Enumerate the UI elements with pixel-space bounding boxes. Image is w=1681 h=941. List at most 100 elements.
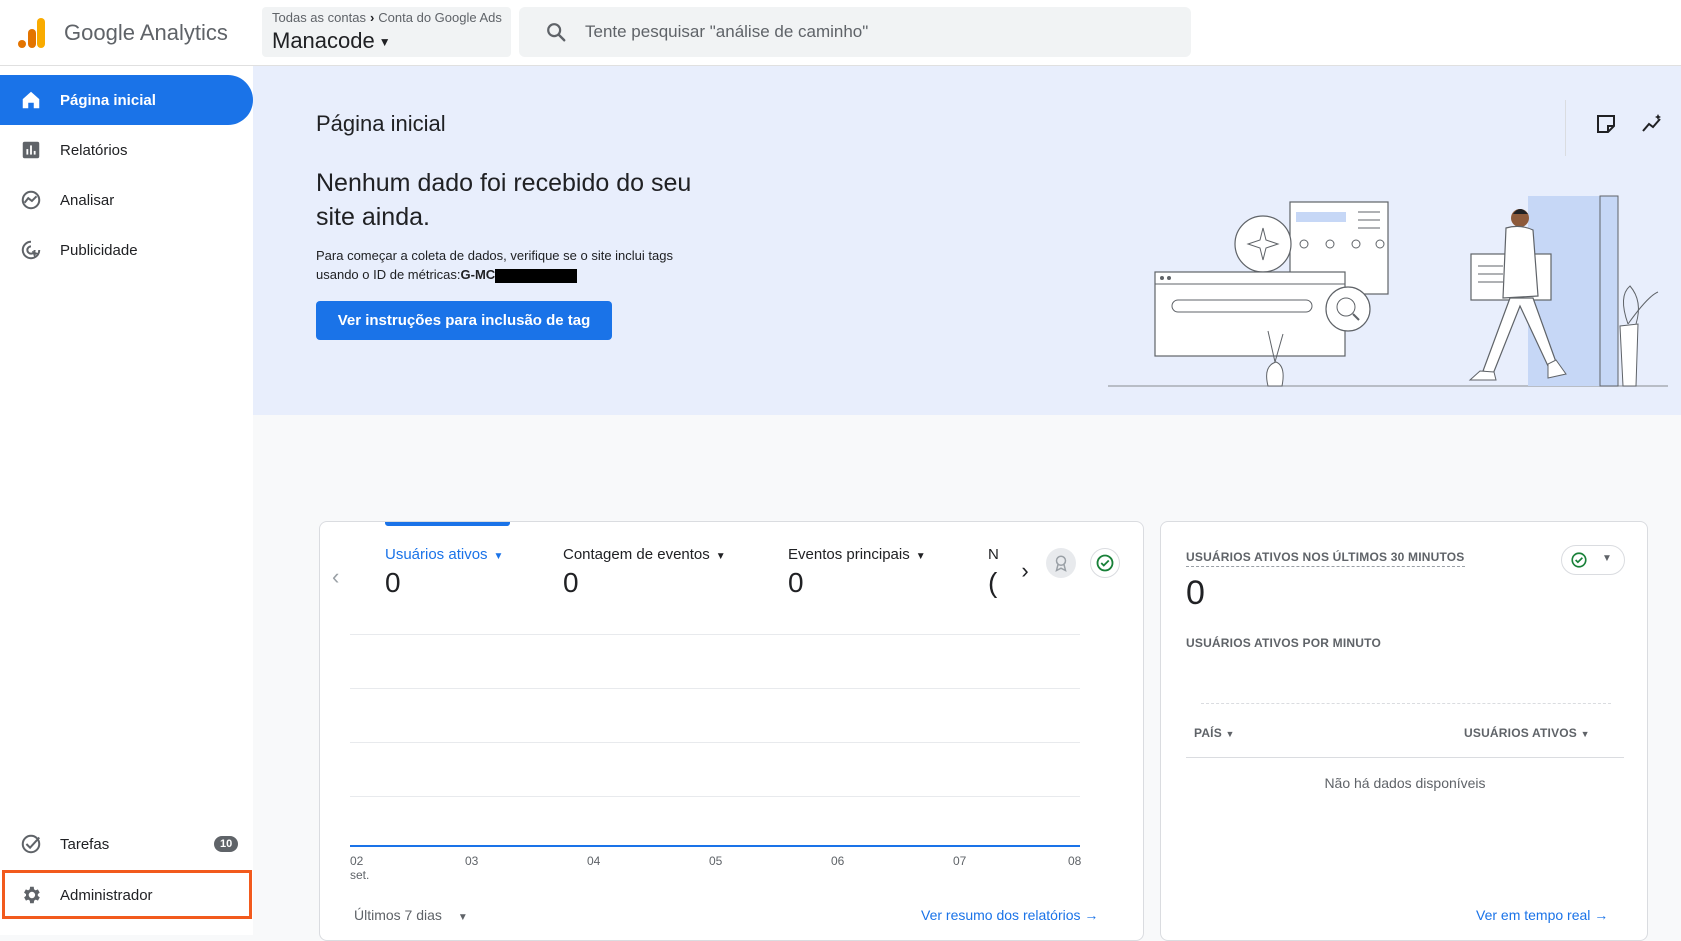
caret-down-icon: ▼	[378, 35, 391, 50]
caret-down-icon: ▼	[1580, 729, 1590, 739]
data-status-check-icon[interactable]	[1090, 548, 1120, 578]
metric-tab-active-users[interactable]: Usuários ativos ▼ 0	[385, 546, 503, 599]
sidebar-item-advertising[interactable]: Publicidade	[0, 225, 253, 275]
metric-label: N	[988, 546, 999, 563]
tag-instructions-button[interactable]: Ver instruções para inclusão de tag	[316, 301, 612, 340]
hero-banner: Página inicial Nenhum dado foi recebido …	[253, 66, 1681, 415]
selected-tab-indicator	[385, 522, 510, 526]
breadcrumb-all-accounts: Todas as contas	[272, 10, 366, 25]
notes-icon[interactable]	[1594, 112, 1618, 136]
chevron-right-icon[interactable]: ›	[1010, 558, 1040, 588]
ribbon-icon[interactable]	[1046, 548, 1076, 578]
metric-label: Usuários ativos	[385, 546, 488, 563]
property-name[interactable]: Manacode ▼	[272, 28, 391, 54]
search-input[interactable]	[585, 7, 1165, 57]
arrow-right-icon: →	[1594, 907, 1609, 923]
caret-down-icon[interactable]: ▼	[916, 551, 926, 562]
sidebar-item-label: Relatórios	[60, 141, 128, 159]
realtime-status-dropdown[interactable]: ▼	[1561, 545, 1625, 575]
overview-card: ‹ Usuários ativos ▼ 0 Contagem de eventos…	[319, 521, 1144, 941]
view-reports-link[interactable]: Ver resumo dos relatórios →	[921, 907, 1098, 923]
home-icon	[22, 91, 40, 109]
view-realtime-label: Ver em tempo real	[1476, 907, 1591, 923]
caret-down-icon[interactable]: ▼	[494, 551, 504, 562]
view-realtime-link[interactable]: Ver em tempo real →	[1476, 907, 1608, 923]
x-tick: 07	[953, 854, 967, 868]
metric-tab-truncated[interactable]: N (	[988, 546, 1002, 599]
x-tick: 02 set.	[350, 854, 370, 882]
col-active-users-label: USUÁRIOS ATIVOS	[1464, 726, 1578, 740]
metric-tab-event-count[interactable]: Contagem de eventos ▼ 0	[563, 546, 726, 599]
x-tick: 05	[709, 854, 723, 868]
search-box[interactable]	[519, 7, 1191, 57]
col-country-label: PAÍS	[1194, 726, 1222, 740]
chart-series-line	[350, 845, 1080, 847]
chevron-left-icon[interactable]: ‹	[332, 564, 339, 590]
metric-label: Eventos principais	[788, 546, 910, 563]
realtime-card: USUÁRIOS ATIVOS NOS ÚLTIMOS 30 MINUTOS 0…	[1160, 521, 1648, 941]
chart-gridline	[350, 742, 1080, 743]
chevron-right-icon: ›	[369, 10, 375, 25]
ads-icon	[21, 240, 41, 260]
caret-down-icon[interactable]: ▼	[716, 551, 726, 562]
empty-state-text: Não há dados disponíveis	[1324, 775, 1486, 791]
admin-highlight-box	[2, 870, 252, 919]
x-tick: 08	[1068, 854, 1082, 868]
sidebar-item-label: Publicidade	[60, 241, 138, 259]
sidebar-item-label: Analisar	[60, 191, 115, 209]
hero-headline: Nenhum dado foi recebido do seu site ain…	[316, 169, 692, 231]
metric-tab-key-events[interactable]: Eventos principais ▼ 0	[788, 546, 926, 599]
metric-label: Contagem de eventos	[563, 546, 710, 563]
x-tick: 03	[465, 854, 479, 868]
chart-gridline	[350, 796, 1080, 797]
hero-illustration	[1108, 195, 1668, 387]
top-bar: Google Analytics Todas as contas › Conta d…	[0, 0, 1681, 66]
hero-actions	[1565, 100, 1681, 156]
account-selector[interactable]: Todas as contas › Conta do Google Ads Mana…	[262, 7, 511, 57]
measurement-id: G-MC	[460, 267, 496, 282]
bar-chart-icon	[22, 141, 40, 159]
x-tick-month: set.	[350, 868, 370, 882]
breadcrumb-account: Conta do Google Ads	[378, 10, 502, 25]
search-icon	[547, 23, 566, 42]
chart-gridline	[350, 634, 1080, 635]
sidebar-item-explore[interactable]: Analisar	[0, 175, 253, 225]
realtime-subtitle: USUÁRIOS ATIVOS POR MINUTO	[1186, 636, 1381, 650]
metric-value: 0	[385, 567, 401, 598]
date-range-label: Últimos 7 dias	[354, 907, 442, 923]
x-tick: 04	[587, 854, 601, 868]
sidebar-item-home[interactable]: Página inicial	[0, 75, 253, 125]
realtime-value: 0	[1186, 574, 1205, 612]
chart-gridline	[350, 688, 1080, 689]
caret-down-icon: ▼	[1602, 553, 1612, 564]
realtime-title[interactable]: USUÁRIOS ATIVOS NOS ÚLTIMOS 30 MINUTOS	[1186, 550, 1465, 567]
x-tick: 06	[831, 854, 845, 868]
metric-value: (	[988, 567, 998, 598]
breadcrumb: Todas as contas › Conta do Google Ads	[272, 10, 502, 25]
check-circle-icon	[21, 834, 41, 854]
insights-icon[interactable]	[1640, 112, 1664, 136]
col-country[interactable]: PAÍS ▼	[1194, 726, 1235, 740]
view-reports-label: Ver resumo dos relatórios	[921, 907, 1081, 923]
hero-description: Para começar a coleta de dados, verifiqu…	[316, 246, 716, 284]
metric-value: 0	[788, 567, 804, 598]
sidebar-item-tasks[interactable]: Tarefas 10	[0, 819, 253, 869]
table-divider	[1186, 757, 1624, 758]
caret-down-icon: ▼	[1225, 729, 1235, 739]
sidebar-item-reports[interactable]: Relatórios	[0, 125, 253, 175]
sidebar-item-label: Página inicial	[60, 91, 156, 109]
check-circle-icon	[1571, 552, 1587, 568]
sidebar-item-label: Tarefas	[60, 835, 110, 853]
app-title[interactable]: Google Analytics	[64, 20, 228, 46]
col-active-users[interactable]: USUÁRIOS ATIVOS ▼	[1464, 726, 1590, 740]
page-title: Página inicial	[316, 111, 446, 136]
date-range-selector[interactable]: Últimos 7 dias ▼	[354, 907, 468, 923]
explore-icon	[21, 190, 41, 210]
property-label: Manacode	[272, 28, 375, 53]
metric-value: 0	[563, 567, 579, 598]
arrow-right-icon: →	[1084, 907, 1099, 923]
realtime-chart-baseline	[1201, 703, 1611, 704]
sidebar: Página inicial Relatórios Analisar Publi…	[0, 66, 253, 935]
analytics-logo-icon[interactable]	[18, 18, 46, 48]
tasks-count-badge: 10	[214, 836, 239, 852]
